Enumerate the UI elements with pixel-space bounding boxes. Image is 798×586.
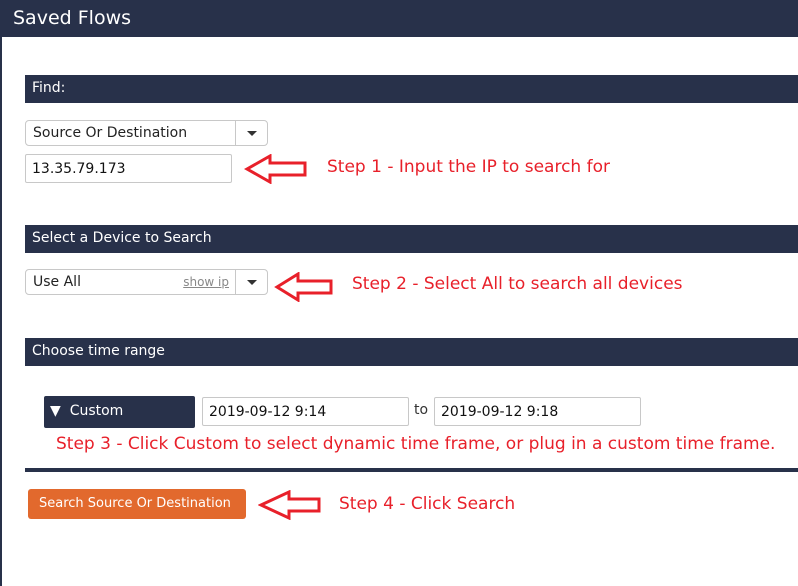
time-section-header: Choose time range [25,338,798,366]
page-title: Saved Flows [13,7,132,29]
custom-label: Custom [69,403,124,419]
page-header: Saved Flows [0,0,798,37]
step1-annotation: Step 1 - Input the IP to search for [327,157,610,177]
show-ip-link[interactable]: show ip [183,275,229,289]
step2-annotation: Step 2 - Select All to search all device… [352,274,683,294]
step3-annotation: Step 3 - Click Custom to select dynamic … [56,434,776,454]
divider [25,468,798,472]
arrow-left-icon [244,154,307,184]
device-select[interactable]: Use All show ip [25,269,268,295]
search-button[interactable]: Search Source Or Destination [28,489,246,519]
step4-annotation: Step 4 - Click Search [339,494,516,514]
arrow-left-icon [258,490,321,520]
find-section-header: Find: [25,75,798,103]
triangle-down-icon: ▼ [50,403,61,419]
chevron-down-icon[interactable] [235,121,267,145]
find-type-select[interactable]: Source Or Destination [25,120,268,146]
custom-range-button[interactable]: ▼ Custom [44,396,195,428]
to-date-input[interactable]: 2019-09-12 9:18 [434,397,641,426]
from-date-input[interactable]: 2019-09-12 9:14 [202,397,409,426]
left-border [0,37,2,586]
to-label: to [414,402,429,418]
chevron-down-icon[interactable] [235,270,267,294]
ip-input[interactable]: 13.35.79.173 [25,154,232,183]
arrow-left-icon [274,272,333,302]
device-value: Use All [33,274,81,290]
find-type-value: Source Or Destination [33,125,188,141]
device-section-header: Select a Device to Search [25,225,798,253]
